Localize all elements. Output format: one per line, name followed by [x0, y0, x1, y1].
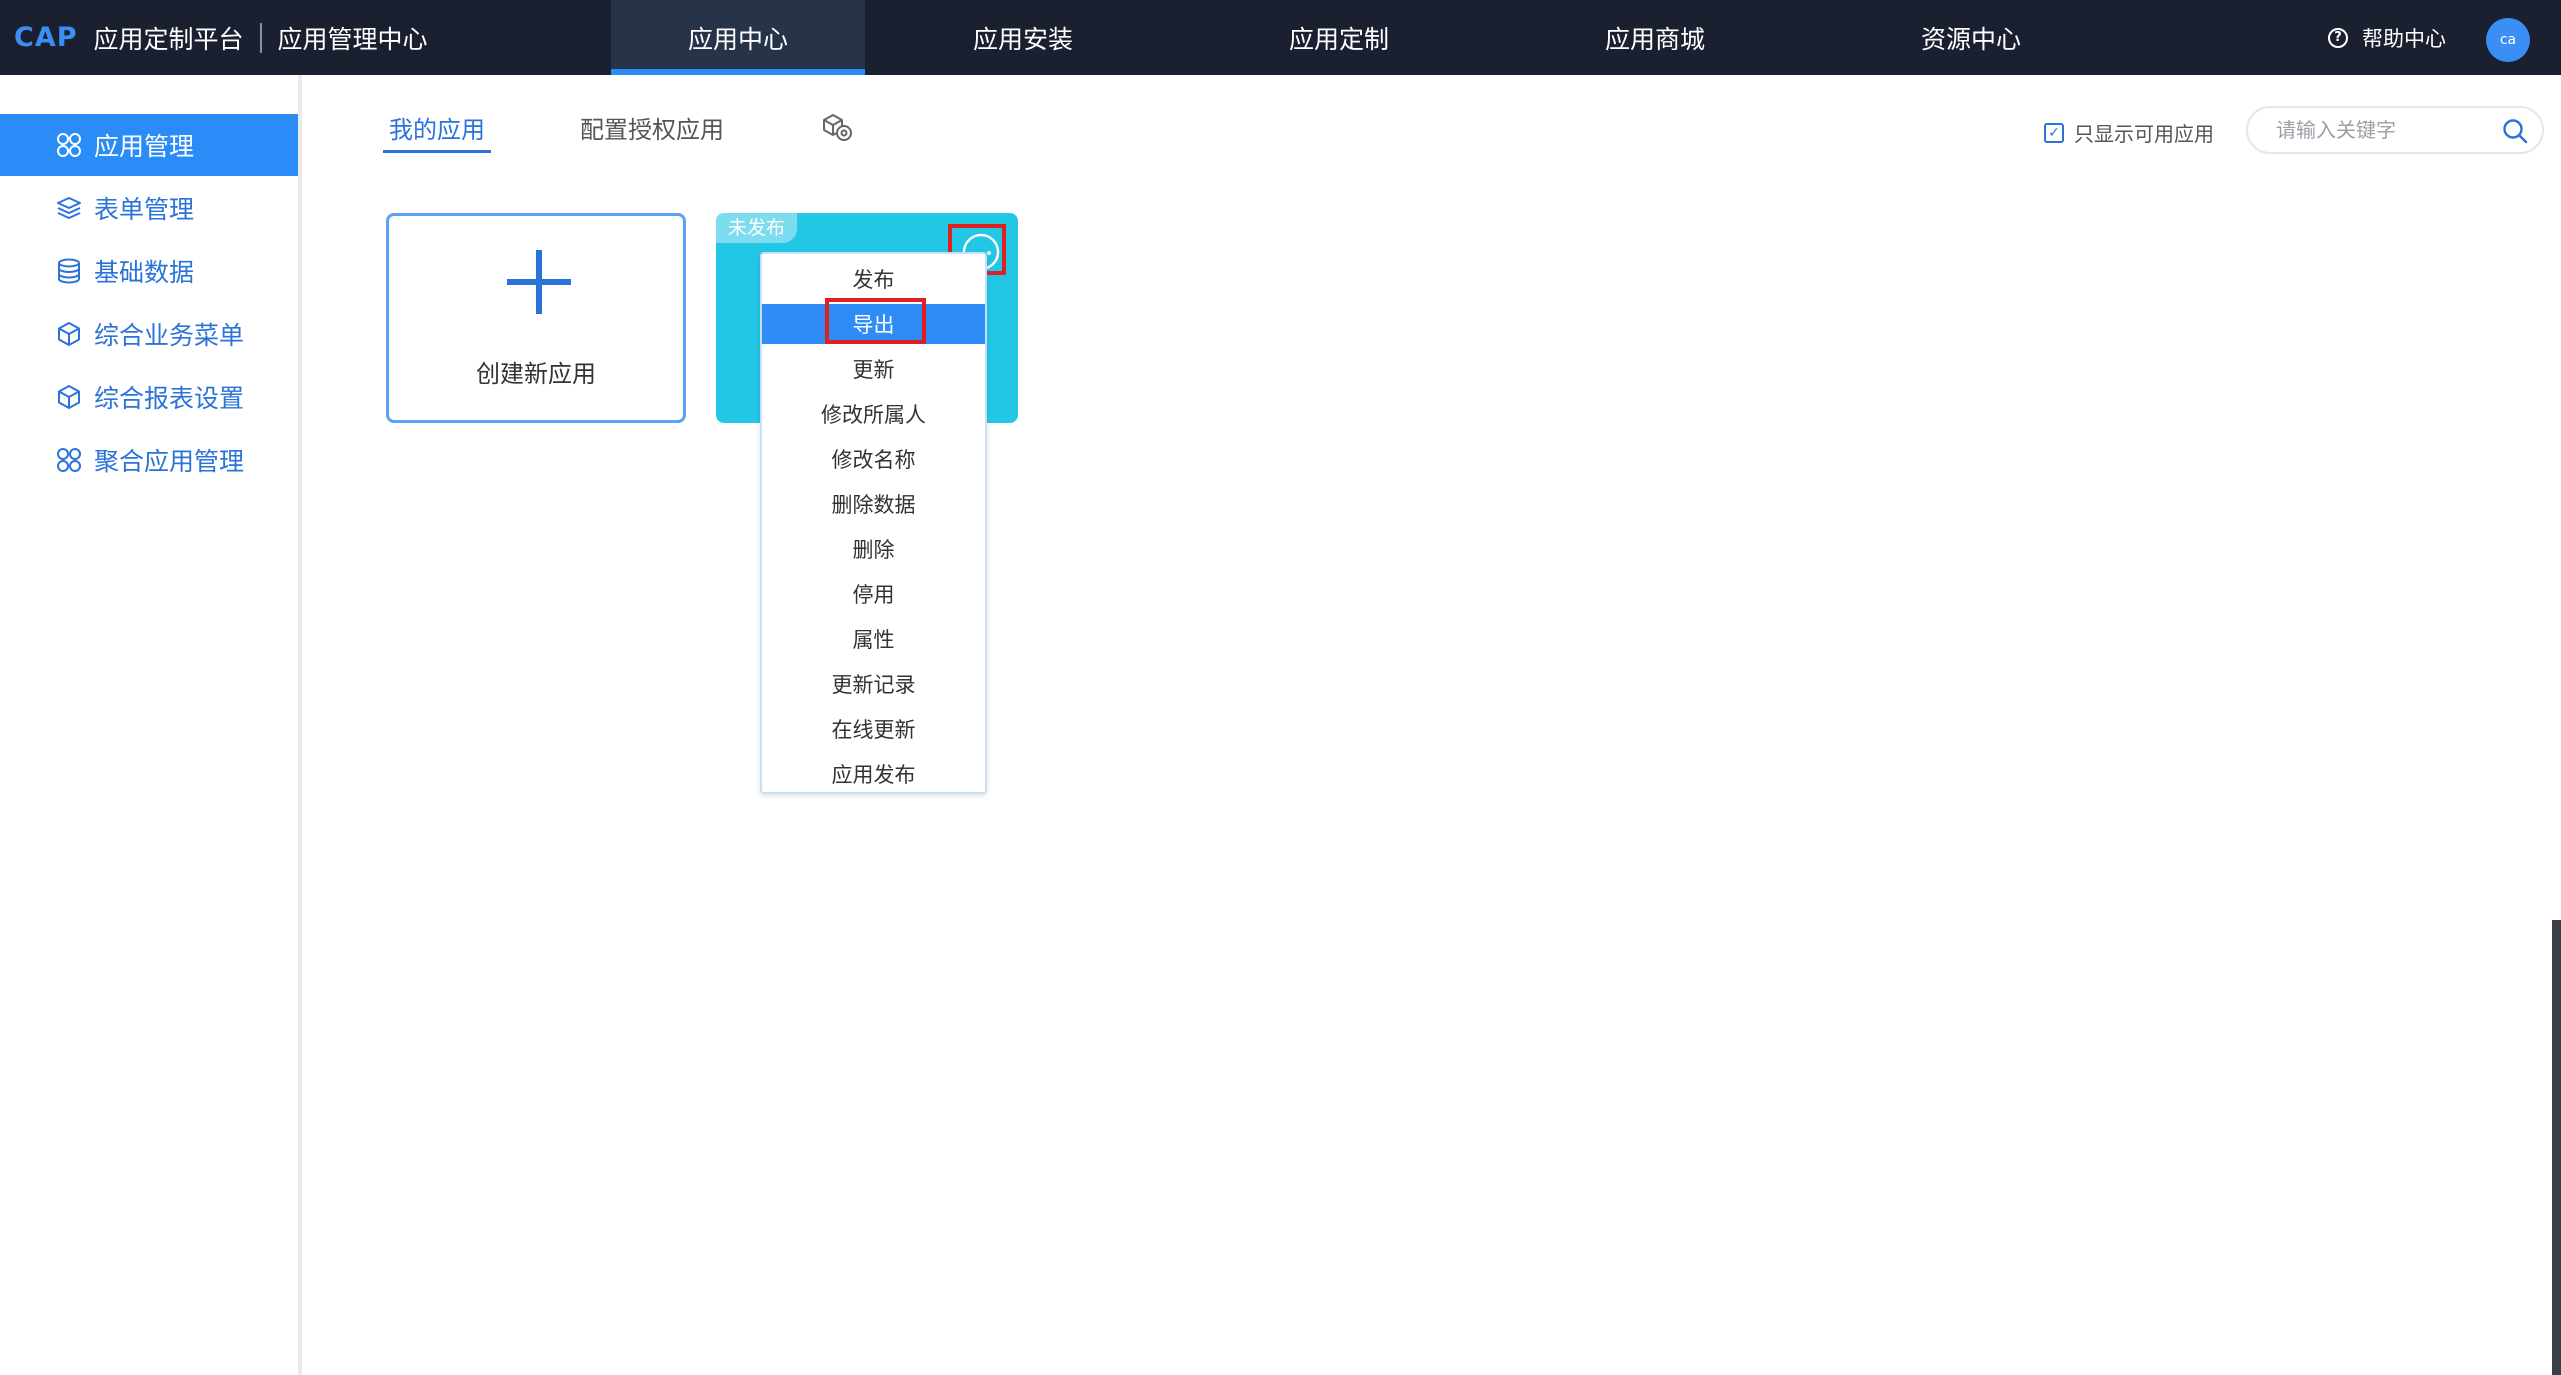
- sidebar-item-basic-data[interactable]: 基础数据: [0, 240, 298, 302]
- sidebar-item-label: 表单管理: [94, 195, 195, 224]
- sidebar-item-label: 基础数据: [94, 258, 195, 287]
- filter-label: 只显示可用应用: [2074, 122, 2214, 146]
- app-settings-icon[interactable]: [820, 112, 854, 144]
- create-app-card[interactable]: 创建新应用: [386, 213, 686, 423]
- sidebar-item-business-menu[interactable]: 综合业务菜单: [0, 303, 298, 365]
- sidebar-item-label: 应用管理: [94, 132, 195, 161]
- cube-icon: [58, 322, 80, 346]
- search-box: [2246, 106, 2544, 154]
- menu-item-properties[interactable]: 属性: [762, 619, 985, 659]
- sidebar-item-report-settings[interactable]: 综合报表设置: [0, 366, 298, 428]
- sidebar-item-form-management[interactable]: 表单管理: [0, 177, 298, 239]
- apps-icon: [57, 448, 81, 472]
- cube-icon: [58, 385, 80, 409]
- menu-item-publish[interactable]: 发布: [762, 259, 985, 299]
- tab-my-apps[interactable]: 我的应用: [383, 110, 491, 153]
- menu-item-change-owner[interactable]: 修改所属人: [762, 394, 985, 434]
- platform-name: 应用定制平台: [93, 24, 244, 54]
- menu-item-disable[interactable]: 停用: [762, 574, 985, 614]
- brand-divider: [259, 22, 262, 53]
- page-title: 应用管理中心: [277, 24, 428, 54]
- create-app-label: 创建新应用: [476, 360, 596, 388]
- help-center-link[interactable]: ? 帮助中心: [2328, 0, 2446, 75]
- brand-logo[interactable]: CAP: [14, 22, 78, 53]
- menu-item-update[interactable]: 更新: [762, 349, 985, 389]
- nav-app-customize[interactable]: 应用定制: [1181, 0, 1497, 75]
- sidebar-item-label: 综合业务菜单: [94, 321, 245, 350]
- apps-icon: [57, 133, 81, 157]
- tab-authorized-apps[interactable]: 配置授权应用: [574, 110, 730, 150]
- search-icon[interactable]: [2502, 118, 2528, 144]
- database-icon: [58, 258, 80, 284]
- nav-app-install[interactable]: 应用安装: [865, 0, 1181, 75]
- top-bar: CAP 应用定制平台 应用管理中心 应用中心 应用安装 应用定制 应用商城 资源…: [0, 0, 2561, 75]
- highlight-box-export: [825, 298, 926, 344]
- question-icon: ?: [2328, 27, 2348, 48]
- menu-item-online-update[interactable]: 在线更新: [762, 709, 985, 749]
- menu-item-delete-data[interactable]: 删除数据: [762, 484, 985, 524]
- sidebar: 应用管理 表单管理 基础数据 综合业务菜单 综合报表设置 聚合应用管理: [0, 75, 302, 1375]
- plus-icon: [507, 250, 571, 314]
- help-center-label: 帮助中心: [2362, 26, 2446, 51]
- sidebar-item-aggregate-apps[interactable]: 聚合应用管理: [0, 429, 298, 491]
- nav-app-center[interactable]: 应用中心: [611, 0, 865, 75]
- menu-item-delete[interactable]: 删除: [762, 529, 985, 569]
- main-nav: 应用中心 应用安装 应用定制 应用商城 资源中心: [611, 0, 2129, 75]
- nav-resource-center[interactable]: 资源中心: [1813, 0, 2129, 75]
- window-edge: [2552, 920, 2561, 1375]
- menu-item-update-history[interactable]: 更新记录: [762, 664, 985, 704]
- menu-item-rename[interactable]: 修改名称: [762, 439, 985, 479]
- status-badge: 未发布: [716, 213, 798, 243]
- sidebar-item-label: 聚合应用管理: [94, 447, 245, 476]
- available-only-filter[interactable]: ✓ 只显示可用应用: [2044, 118, 2214, 147]
- sidebar-item-app-management[interactable]: 应用管理: [0, 114, 298, 176]
- layers-icon: [57, 197, 81, 219]
- avatar[interactable]: ca: [2486, 18, 2530, 62]
- sidebar-item-label: 综合报表设置: [94, 384, 245, 413]
- menu-item-app-release[interactable]: 应用发布: [762, 754, 985, 794]
- nav-app-store[interactable]: 应用商城: [1497, 0, 1813, 75]
- checkbox-checked-icon[interactable]: ✓: [2044, 122, 2064, 143]
- brand: CAP 应用定制平台 应用管理中心: [14, 0, 428, 75]
- search-input[interactable]: [2276, 118, 2496, 142]
